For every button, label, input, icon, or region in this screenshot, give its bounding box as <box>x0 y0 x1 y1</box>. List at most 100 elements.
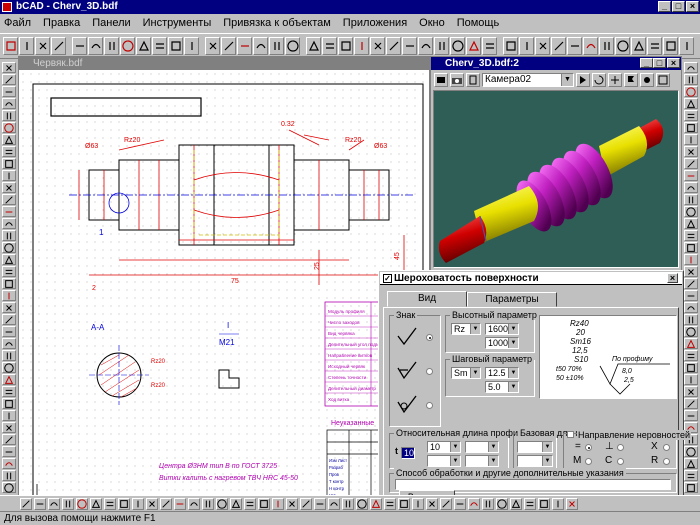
bottom-tool-circle-icon[interactable] <box>146 497 158 510</box>
bottom-tool-circle-icon[interactable] <box>426 497 438 510</box>
chevron-down-icon[interactable]: ▼ <box>450 442 460 452</box>
bottom-tool-rect-icon[interactable] <box>132 497 144 510</box>
right-tool-hatch-icon[interactable] <box>684 98 698 109</box>
left-tool-circle-icon[interactable] <box>1 302 16 313</box>
left-tool-rect-icon[interactable] <box>1 290 16 301</box>
toolbar-arc-icon[interactable] <box>599 37 614 55</box>
bottom-tool-hatch-icon[interactable] <box>510 497 522 510</box>
right-tool-vline-icon[interactable] <box>684 290 698 301</box>
left-tool-column-icon[interactable] <box>1 386 16 397</box>
toolbar-vline-icon[interactable] <box>567 37 582 55</box>
right-tool-circle-icon[interactable] <box>684 266 698 277</box>
rotate-icon[interactable] <box>592 73 606 87</box>
toolbar-rect-icon[interactable] <box>354 37 369 55</box>
base-length2-select[interactable]: ▼ <box>517 455 553 467</box>
menu-panels[interactable]: Панели <box>92 17 130 29</box>
toolbar-column-icon[interactable] <box>647 37 662 55</box>
right-tool-cross-icon[interactable] <box>684 446 698 457</box>
bottom-tool-circle-icon[interactable] <box>566 497 578 510</box>
right-tool-column-icon[interactable] <box>684 470 698 481</box>
toolbar-vline-icon[interactable] <box>72 37 87 55</box>
left-tool-cross-icon[interactable] <box>1 122 16 133</box>
menu-tools[interactable]: Инструменты <box>143 17 212 29</box>
right-tool-line-icon[interactable] <box>684 242 698 253</box>
height-value2-select[interactable]: 1000 ▼ <box>485 337 519 349</box>
rel-unit-select[interactable]: 10 <box>401 447 415 459</box>
right-tool-triangle-icon[interactable] <box>684 302 698 313</box>
dir-cross-radio[interactable] <box>663 444 670 451</box>
toolbar-line-icon[interactable] <box>168 37 183 55</box>
left-tool-triangle-icon[interactable] <box>1 338 16 349</box>
left-tool-triangle-icon[interactable] <box>1 458 16 469</box>
right-tool-vline-icon[interactable] <box>684 170 698 181</box>
toolbar-hatch-icon[interactable] <box>466 37 481 55</box>
dir-multi-radio[interactable] <box>585 458 592 465</box>
zoom-icon[interactable] <box>576 73 590 87</box>
bottom-tool-hline-icon[interactable] <box>300 497 312 510</box>
dir-radial-radio[interactable] <box>663 458 670 465</box>
bottom-tool-cross-icon[interactable] <box>356 497 368 510</box>
left-tool-cross-icon[interactable] <box>1 242 16 253</box>
left-tool-line-icon[interactable] <box>1 158 16 169</box>
bottom-tool-column-icon[interactable] <box>104 497 116 510</box>
chevron-down-icon[interactable]: ▼ <box>542 442 552 452</box>
toolbar-triangle-icon[interactable] <box>418 37 433 55</box>
bottom-tool-column-icon[interactable] <box>524 497 536 510</box>
right-tool-hline-icon[interactable] <box>684 278 698 289</box>
bottom-tool-triangle-icon[interactable] <box>188 497 200 510</box>
right-tool-vline-icon[interactable] <box>684 410 698 421</box>
maximize-button[interactable]: □ <box>672 1 685 12</box>
direction-checkbox[interactable] <box>567 431 574 438</box>
toolbar-rect-icon[interactable] <box>184 37 199 55</box>
left-tool-arc-icon[interactable] <box>1 470 16 481</box>
chevron-down-icon[interactable]: ▼ <box>488 456 498 466</box>
chevron-down-icon[interactable]: ▼ <box>508 338 518 348</box>
bottom-tool-column-icon[interactable] <box>384 497 396 510</box>
left-tool-arc-icon[interactable] <box>1 110 16 121</box>
rel-value2-select[interactable]: ▼ <box>465 441 499 453</box>
roughness-dialog-title-bar[interactable]: ✓ Шероховатость поверхности × <box>380 272 682 285</box>
bottom-tool-arc-icon[interactable] <box>62 497 74 510</box>
rel-value4-select[interactable]: ▼ <box>465 455 499 467</box>
toolbar-hline-icon[interactable] <box>51 37 66 55</box>
camera-select[interactable]: Камера02 ▼ <box>482 73 574 87</box>
menu-file[interactable]: Файл <box>4 17 31 29</box>
left-tool-vline-icon[interactable] <box>1 446 16 457</box>
toolbar-rect-icon[interactable] <box>519 37 534 55</box>
bottom-tool-vline-icon[interactable] <box>174 497 186 510</box>
chevron-down-icon[interactable]: ▼ <box>450 456 460 466</box>
bottom-tool-vline-icon[interactable] <box>34 497 46 510</box>
bottom-tool-column-icon[interactable] <box>244 497 256 510</box>
rel-value1-select[interactable]: 10 ▼ <box>427 441 461 453</box>
left-tool-vline-icon[interactable] <box>1 326 16 337</box>
bottom-tool-cross-icon[interactable] <box>216 497 228 510</box>
toolbar-column-icon[interactable] <box>482 37 497 55</box>
toolbar-circle-icon[interactable] <box>205 37 220 55</box>
height-param-select[interactable]: Rz ▼ <box>451 323 481 335</box>
bottom-tool-line-icon[interactable] <box>118 497 130 510</box>
toolbar-hline-icon[interactable] <box>551 37 566 55</box>
left-tool-arc-icon[interactable] <box>1 230 16 241</box>
bottom-tool-cross-icon[interactable] <box>496 497 508 510</box>
dir-circular-radio[interactable] <box>617 458 624 465</box>
menu-snap[interactable]: Привязка к объектам <box>223 17 331 29</box>
left-tool-hline-icon[interactable] <box>1 314 16 325</box>
toolbar-hatch-icon[interactable] <box>306 37 321 55</box>
right-tool-hline-icon[interactable] <box>684 398 698 409</box>
chevron-down-icon[interactable]: ▼ <box>508 382 518 392</box>
fit-icon[interactable] <box>656 73 670 87</box>
chevron-down-icon[interactable]: ▼ <box>470 324 480 334</box>
left-tool-line-icon[interactable] <box>1 278 16 289</box>
left-tool-column-icon[interactable] <box>1 266 16 277</box>
right-tool-rect-icon[interactable] <box>684 374 698 385</box>
render-icon[interactable] <box>434 73 448 87</box>
chevron-down-icon[interactable]: ▼ <box>542 456 552 466</box>
right-tool-triangle-icon[interactable] <box>684 182 698 193</box>
rel-value3-select[interactable]: ▼ <box>427 455 461 467</box>
right-tool-arc-icon[interactable] <box>684 314 698 325</box>
view-3d-canvas[interactable] <box>433 90 679 268</box>
camera-icon[interactable] <box>450 73 464 87</box>
toolbar-rect-icon[interactable] <box>679 37 694 55</box>
left-tool-vline-icon[interactable] <box>1 206 16 217</box>
close-button[interactable]: × <box>686 1 699 12</box>
